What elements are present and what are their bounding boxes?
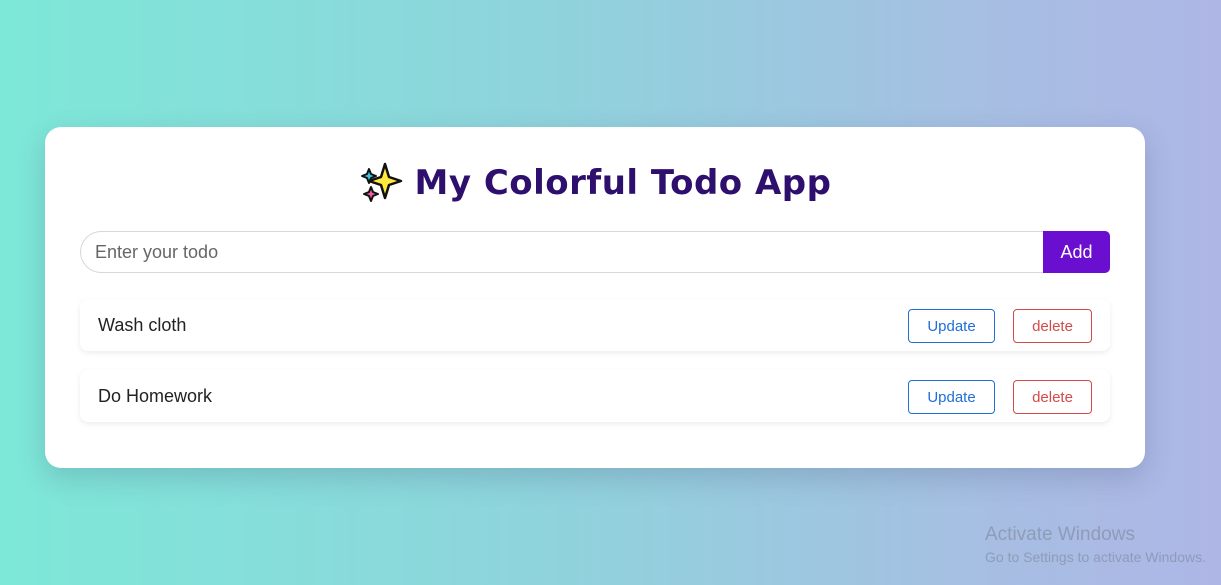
watermark-title: Activate Windows [985, 524, 1135, 545]
add-todo-form: Add [80, 231, 1110, 273]
update-button[interactable]: Update [908, 309, 995, 343]
delete-button[interactable]: delete [1013, 380, 1092, 414]
sparkles-icon [359, 161, 403, 205]
todo-item: Wash cloth Update delete [80, 299, 1110, 351]
todo-input[interactable] [80, 231, 1043, 273]
update-button[interactable]: Update [908, 380, 995, 414]
todo-item: Do Homework Update delete [80, 370, 1110, 422]
watermark-subtitle: Go to Settings to activate Windows. [985, 549, 1206, 565]
todo-text: Wash cloth [98, 315, 187, 335]
delete-button[interactable]: delete [1013, 309, 1092, 343]
add-button[interactable]: Add [1043, 231, 1110, 273]
todo-card: My Colorful Todo App Add Wash cloth Upda… [45, 127, 1145, 468]
activate-windows-watermark: Activate Windows Go to Settings to activ… [985, 524, 1206, 568]
page-title: My Colorful Todo App [414, 163, 832, 203]
todo-text: Do Homework [98, 386, 213, 406]
title-row: My Colorful Todo App [45, 157, 1145, 209]
